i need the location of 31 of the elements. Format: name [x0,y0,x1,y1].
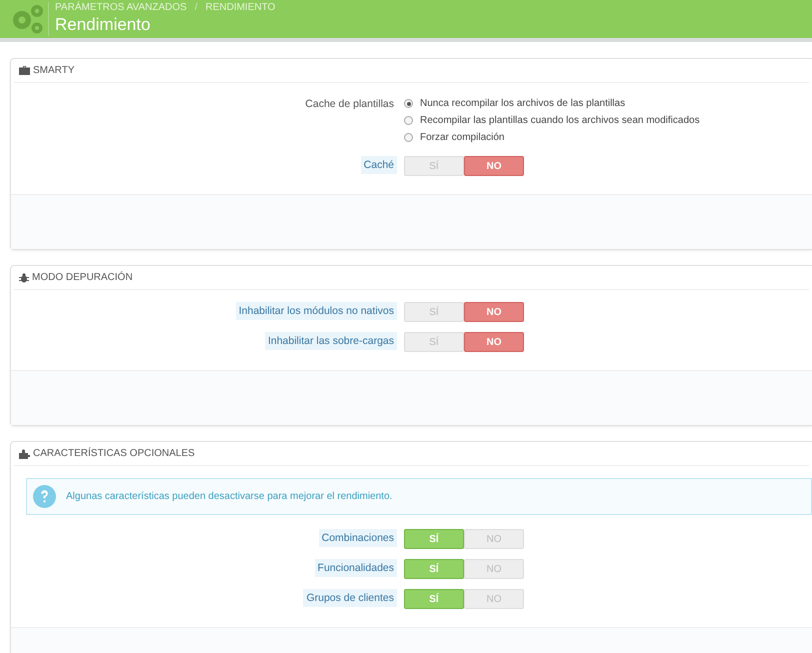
radio-option[interactable]: Nunca recompilar los archivos de las plantillas [404,95,700,112]
field-label: Combinaciones [318,529,397,547]
radio-button[interactable] [404,116,413,125]
switch-option[interactable]: NO [464,302,524,322]
switch-option[interactable]: SÍ [404,559,464,579]
panel-title: MODO DEPURACIÓN [32,270,133,285]
info-text: Algunas características pueden desactivarse para mejorar el rendimiento. [66,490,392,504]
briefcase-icon [19,66,30,75]
breadcrumb-separator: / [194,2,198,14]
breadcrumb-link[interactable]: PARÁMETROS AVANZADOS [55,2,187,14]
switch-option[interactable]: NO [464,332,524,352]
puzzle-icon [19,448,30,458]
switch-option[interactable]: NO [464,156,524,176]
field-label: Caché [360,156,397,174]
field-label: Funcionalidades [314,559,397,577]
radio-option[interactable]: Forzar compilación [404,129,700,146]
field-label: Inhabilitar las sobre-cargas [264,332,397,350]
switch-option[interactable]: SÍ [404,529,464,549]
field-label: Cache de plantillas [304,97,395,112]
page-title: Rendimiento [55,14,152,36]
field-label: Inhabilitar los módulos no nativos [236,302,397,320]
switch-option[interactable]: SÍ [404,589,464,609]
radio-option[interactable]: Recompilar las plantillas cuando los archivos sean modificados [404,112,700,129]
bug-icon [19,272,29,282]
panel-title: CARACTERÍSTICAS OPCIONALES [33,446,195,461]
field-label: Grupos de clientes [303,589,397,607]
panel-title: SMARTY [33,64,74,78]
radio-button[interactable] [404,99,413,108]
question-icon [33,485,56,508]
breadcrumb-link[interactable]: RENDIMIENTO [205,2,276,14]
radio-button[interactable] [404,133,413,142]
